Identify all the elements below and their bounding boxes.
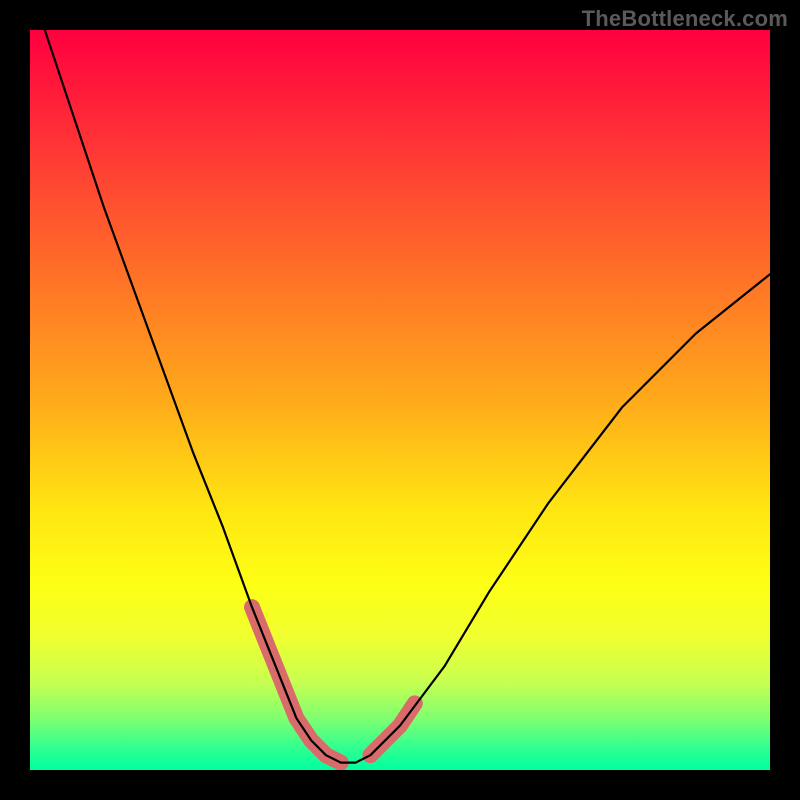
- plot-area: [30, 30, 770, 770]
- curve-layer: [30, 30, 770, 770]
- watermark-text: TheBottleneck.com: [582, 6, 788, 32]
- highlight-segment-left: [252, 607, 341, 762]
- chart-frame: TheBottleneck.com: [0, 0, 800, 800]
- bottleneck-curve: [45, 30, 770, 763]
